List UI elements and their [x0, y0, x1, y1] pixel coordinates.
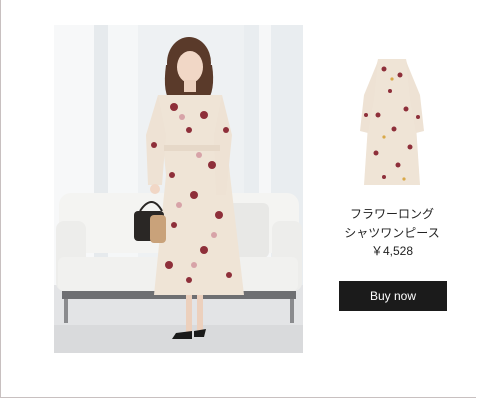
product-thumbnail[interactable] [354, 55, 430, 195]
product-card: フラワーロング シャツワンピース ￥4,528 Buy now [0, 0, 476, 398]
buy-now-button[interactable]: Buy now [339, 281, 447, 311]
model-photo [54, 25, 303, 353]
product-price: ￥4,528 [370, 244, 414, 258]
product-name-line2: シャツワンピース [344, 226, 440, 240]
product-name-line1: フラワーロング [349, 207, 434, 221]
